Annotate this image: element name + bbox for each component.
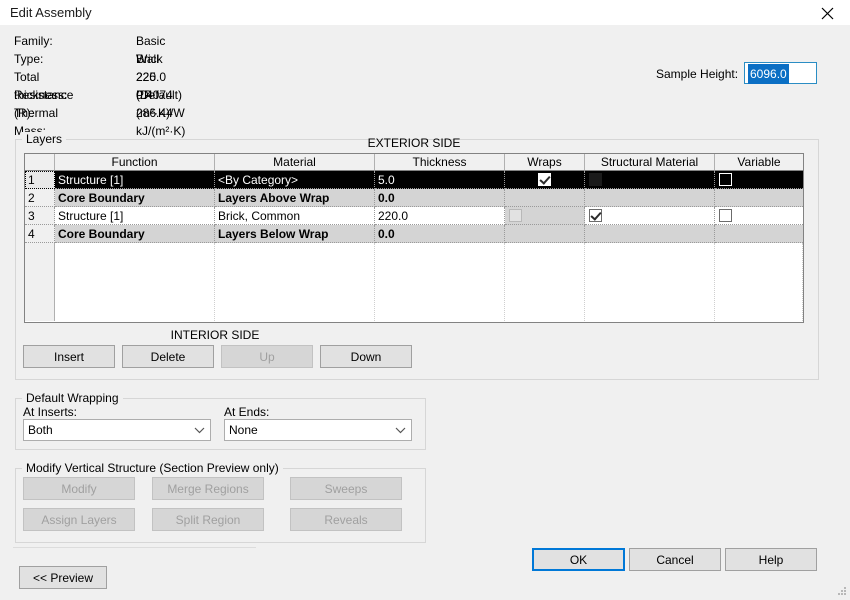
sample-height-label: Sample Height: [656, 66, 738, 82]
wraps-checkbox[interactable] [538, 173, 551, 186]
reveals-button: Reveals [290, 508, 402, 531]
info-value-thermal-mass: 286.44 kJ/(m²·K) [136, 104, 185, 140]
variable-checkbox[interactable] [719, 173, 732, 186]
at-inserts-dropdown[interactable]: Both [23, 419, 211, 441]
row-wraps-cell[interactable] [505, 189, 585, 207]
row-thickness-cell[interactable]: 0.0 [375, 189, 505, 207]
footer-divider [13, 547, 256, 548]
row-function-cell[interactable]: Structure [1] [55, 171, 215, 189]
split-region-button: Split Region [152, 508, 264, 531]
column-header-function[interactable]: Function [55, 154, 215, 171]
chevron-down-glyph [194, 427, 205, 434]
row-index-cell[interactable]: 1 [25, 171, 55, 189]
row-material-cell[interactable]: Layers Below Wrap [215, 225, 375, 243]
row-thickness-cell[interactable]: 220.0 [375, 207, 505, 225]
row-index-cell[interactable]: 4 [25, 225, 55, 243]
structural-material-checkbox[interactable] [589, 173, 602, 186]
row-structural-material-cell[interactable] [585, 225, 715, 243]
move-up-button: Up [221, 345, 313, 368]
ok-button[interactable]: OK [532, 548, 625, 571]
move-down-button[interactable]: Down [320, 345, 412, 368]
row-wraps-cell [505, 207, 585, 225]
column-header-index[interactable] [25, 154, 55, 171]
empty-material-column [215, 243, 375, 321]
row-function-cell[interactable]: Core Boundary [55, 225, 215, 243]
row-thickness-cell[interactable]: 5.0 [375, 171, 505, 189]
structural-material-checkbox[interactable] [589, 209, 602, 222]
title-bar: Edit Assembly [0, 0, 850, 26]
modify-button: Modify [23, 477, 135, 500]
info-label-family: Family: [14, 32, 53, 50]
row-structural-material-cell[interactable] [585, 207, 715, 225]
empty-wraps-column [505, 243, 585, 321]
preview-toggle-button[interactable]: << Preview [19, 566, 107, 589]
empty-index-column [25, 243, 55, 321]
row-material-cell[interactable]: <By Category> [215, 171, 375, 189]
help-button[interactable]: Help [725, 548, 817, 571]
row-structural-material-cell[interactable] [585, 171, 715, 189]
info-label-type: Type: [14, 50, 43, 68]
resize-grip-glyph [836, 585, 848, 597]
delete-button[interactable]: Delete [122, 345, 214, 368]
row-function-cell[interactable]: Structure [1] [55, 207, 215, 225]
sweeps-button: Sweeps [290, 477, 402, 500]
insert-button[interactable]: Insert [23, 345, 115, 368]
row-material-cell[interactable]: Brick, Common [215, 207, 375, 225]
chevron-down-icon[interactable] [188, 420, 210, 440]
column-header-material[interactable]: Material [215, 154, 375, 171]
modify-vertical-structure-legend: Modify Vertical Structure (Section Previ… [22, 461, 283, 475]
resize-grip[interactable] [836, 585, 848, 597]
empty-variable-column [715, 243, 803, 321]
at-ends-dropdown[interactable]: None [224, 419, 412, 441]
row-wraps-cell[interactable] [505, 171, 585, 189]
table-row[interactable]: 1 Structure [1] <By Category> 5.0 [25, 171, 803, 189]
assign-layers-button: Assign Layers [23, 508, 135, 531]
variable-checkbox[interactable] [719, 209, 732, 222]
window-title: Edit Assembly [10, 5, 92, 20]
chevron-down-glyph [395, 427, 406, 434]
row-structural-material-cell[interactable] [585, 189, 715, 207]
default-wrapping-legend: Default Wrapping [22, 391, 123, 405]
sample-height-value: 6096.0 [748, 64, 789, 84]
empty-structural-material-column [585, 243, 715, 321]
row-index-cell[interactable]: 2 [25, 189, 55, 207]
at-inserts-label: At Inserts: [23, 405, 77, 419]
empty-thickness-column [375, 243, 505, 321]
column-header-wraps[interactable]: Wraps [505, 154, 585, 171]
column-header-thickness[interactable]: Thickness [375, 154, 505, 171]
row-variable-cell[interactable] [715, 207, 803, 225]
row-variable-cell[interactable] [715, 171, 803, 189]
at-ends-value: None [229, 423, 258, 437]
column-header-structural-material[interactable]: Structural Material [585, 154, 715, 171]
row-variable-cell[interactable] [715, 225, 803, 243]
row-material-cell[interactable]: Layers Above Wrap [215, 189, 375, 207]
table-row[interactable]: 4 Core Boundary Layers Below Wrap 0.0 [25, 225, 803, 243]
row-thickness-cell[interactable]: 0.0 [375, 225, 505, 243]
row-index-cell[interactable]: 3 [25, 207, 55, 225]
interior-side-label: INTERIOR SIDE [135, 328, 295, 342]
wraps-checkbox [509, 209, 522, 222]
chevron-down-icon[interactable] [389, 420, 411, 440]
close-icon[interactable] [804, 0, 850, 26]
merge-regions-button: Merge Regions [152, 477, 264, 500]
at-ends-label: At Ends: [224, 405, 269, 419]
layers-group-legend: Layers [22, 132, 66, 146]
layers-table[interactable]: Function Material Thickness Wraps Struct… [24, 153, 804, 323]
cancel-button[interactable]: Cancel [629, 548, 721, 571]
table-row[interactable]: 2 Core Boundary Layers Above Wrap 0.0 [25, 189, 803, 207]
table-row[interactable]: 3 Structure [1] Brick, Common 220.0 [25, 207, 803, 225]
exterior-side-label: EXTERIOR SIDE [334, 136, 494, 150]
empty-function-column [55, 243, 215, 321]
sample-height-input[interactable]: 6096.0 [744, 62, 817, 84]
column-header-variable[interactable]: Variable [715, 154, 803, 171]
at-inserts-value: Both [28, 423, 53, 437]
row-function-cell[interactable]: Core Boundary [55, 189, 215, 207]
row-variable-cell[interactable] [715, 189, 803, 207]
table-header-row: Function Material Thickness Wraps Struct… [25, 154, 803, 171]
table-empty-area [25, 243, 803, 321]
close-glyph [821, 7, 834, 20]
row-wraps-cell[interactable] [505, 225, 585, 243]
